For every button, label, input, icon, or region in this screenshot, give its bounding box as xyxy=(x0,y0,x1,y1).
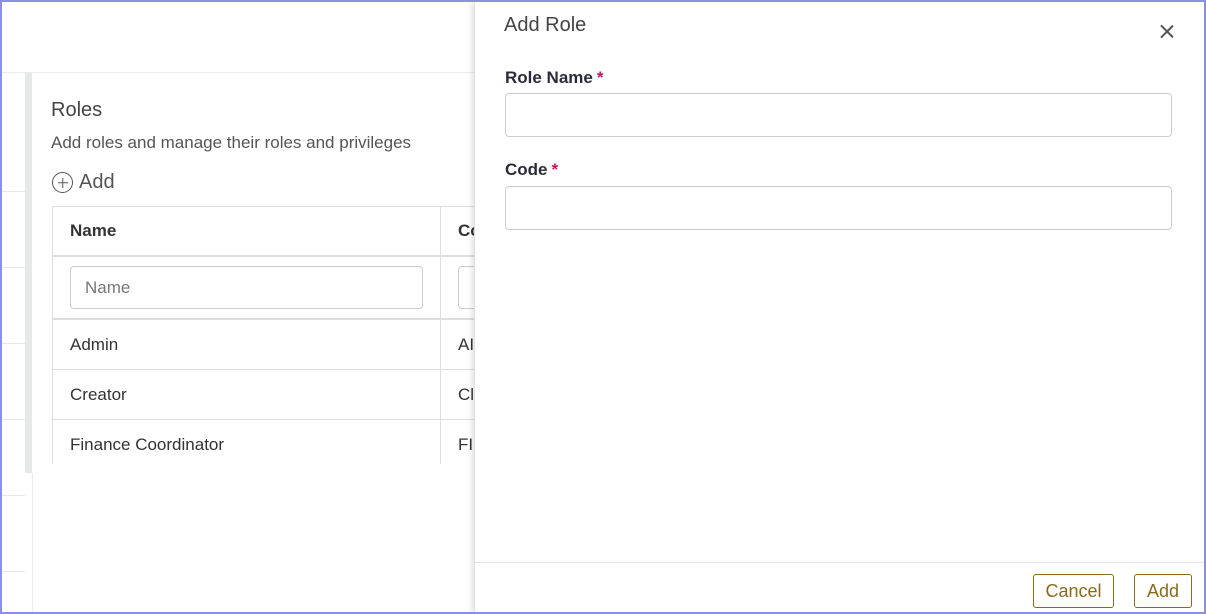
filter-cell-name xyxy=(53,257,441,318)
roles-table: Name Co Admin AI Creator Cl Finance Coor… xyxy=(52,206,492,464)
code-label-text: Code xyxy=(505,160,548,179)
scrollbar[interactable] xyxy=(25,73,32,473)
add-role-label: Add xyxy=(79,171,115,193)
page-title: Roles xyxy=(51,99,103,121)
table-row[interactable]: Admin AI xyxy=(53,320,492,370)
content-divider xyxy=(32,473,33,614)
left-nav-rail xyxy=(0,73,25,614)
drawer-title: Add Role xyxy=(504,14,587,36)
role-name-cell: Admin xyxy=(53,320,441,369)
code-input[interactable] xyxy=(505,186,1172,230)
nav-divider xyxy=(0,571,25,572)
page-description: Add roles and manage their roles and pri… xyxy=(51,133,412,152)
table-header-row: Name Co xyxy=(53,207,492,257)
nav-divider xyxy=(0,343,25,344)
column-header-name[interactable]: Name xyxy=(53,207,441,255)
table-row[interactable]: Finance Coordinator FI xyxy=(53,420,492,464)
role-name-cell: Creator xyxy=(53,370,441,419)
required-marker: * xyxy=(551,160,559,179)
nav-divider xyxy=(0,495,25,496)
add-button[interactable]: Add xyxy=(1134,574,1192,608)
table-filter-row xyxy=(53,257,492,320)
nav-divider xyxy=(0,191,25,192)
role-name-input[interactable] xyxy=(505,93,1172,137)
plus-circle-icon xyxy=(52,172,73,193)
role-name-cell: Finance Coordinator xyxy=(53,420,441,464)
drawer-footer: Cancel Add xyxy=(475,562,1206,614)
add-role-drawer: Add Role Role Name * Code * Cancel Add xyxy=(474,0,1206,614)
nav-divider xyxy=(0,419,25,420)
table-row[interactable]: Creator Cl xyxy=(53,370,492,420)
close-icon[interactable] xyxy=(1157,21,1177,41)
role-name-label-text: Role Name xyxy=(505,68,593,87)
add-role-button[interactable]: Add xyxy=(52,171,115,194)
required-marker: * xyxy=(596,68,604,87)
code-label: Code * xyxy=(505,160,558,180)
cancel-button[interactable]: Cancel xyxy=(1033,574,1114,608)
role-name-label: Role Name * xyxy=(505,68,604,88)
name-filter-input[interactable] xyxy=(70,266,423,309)
nav-divider xyxy=(0,267,25,268)
